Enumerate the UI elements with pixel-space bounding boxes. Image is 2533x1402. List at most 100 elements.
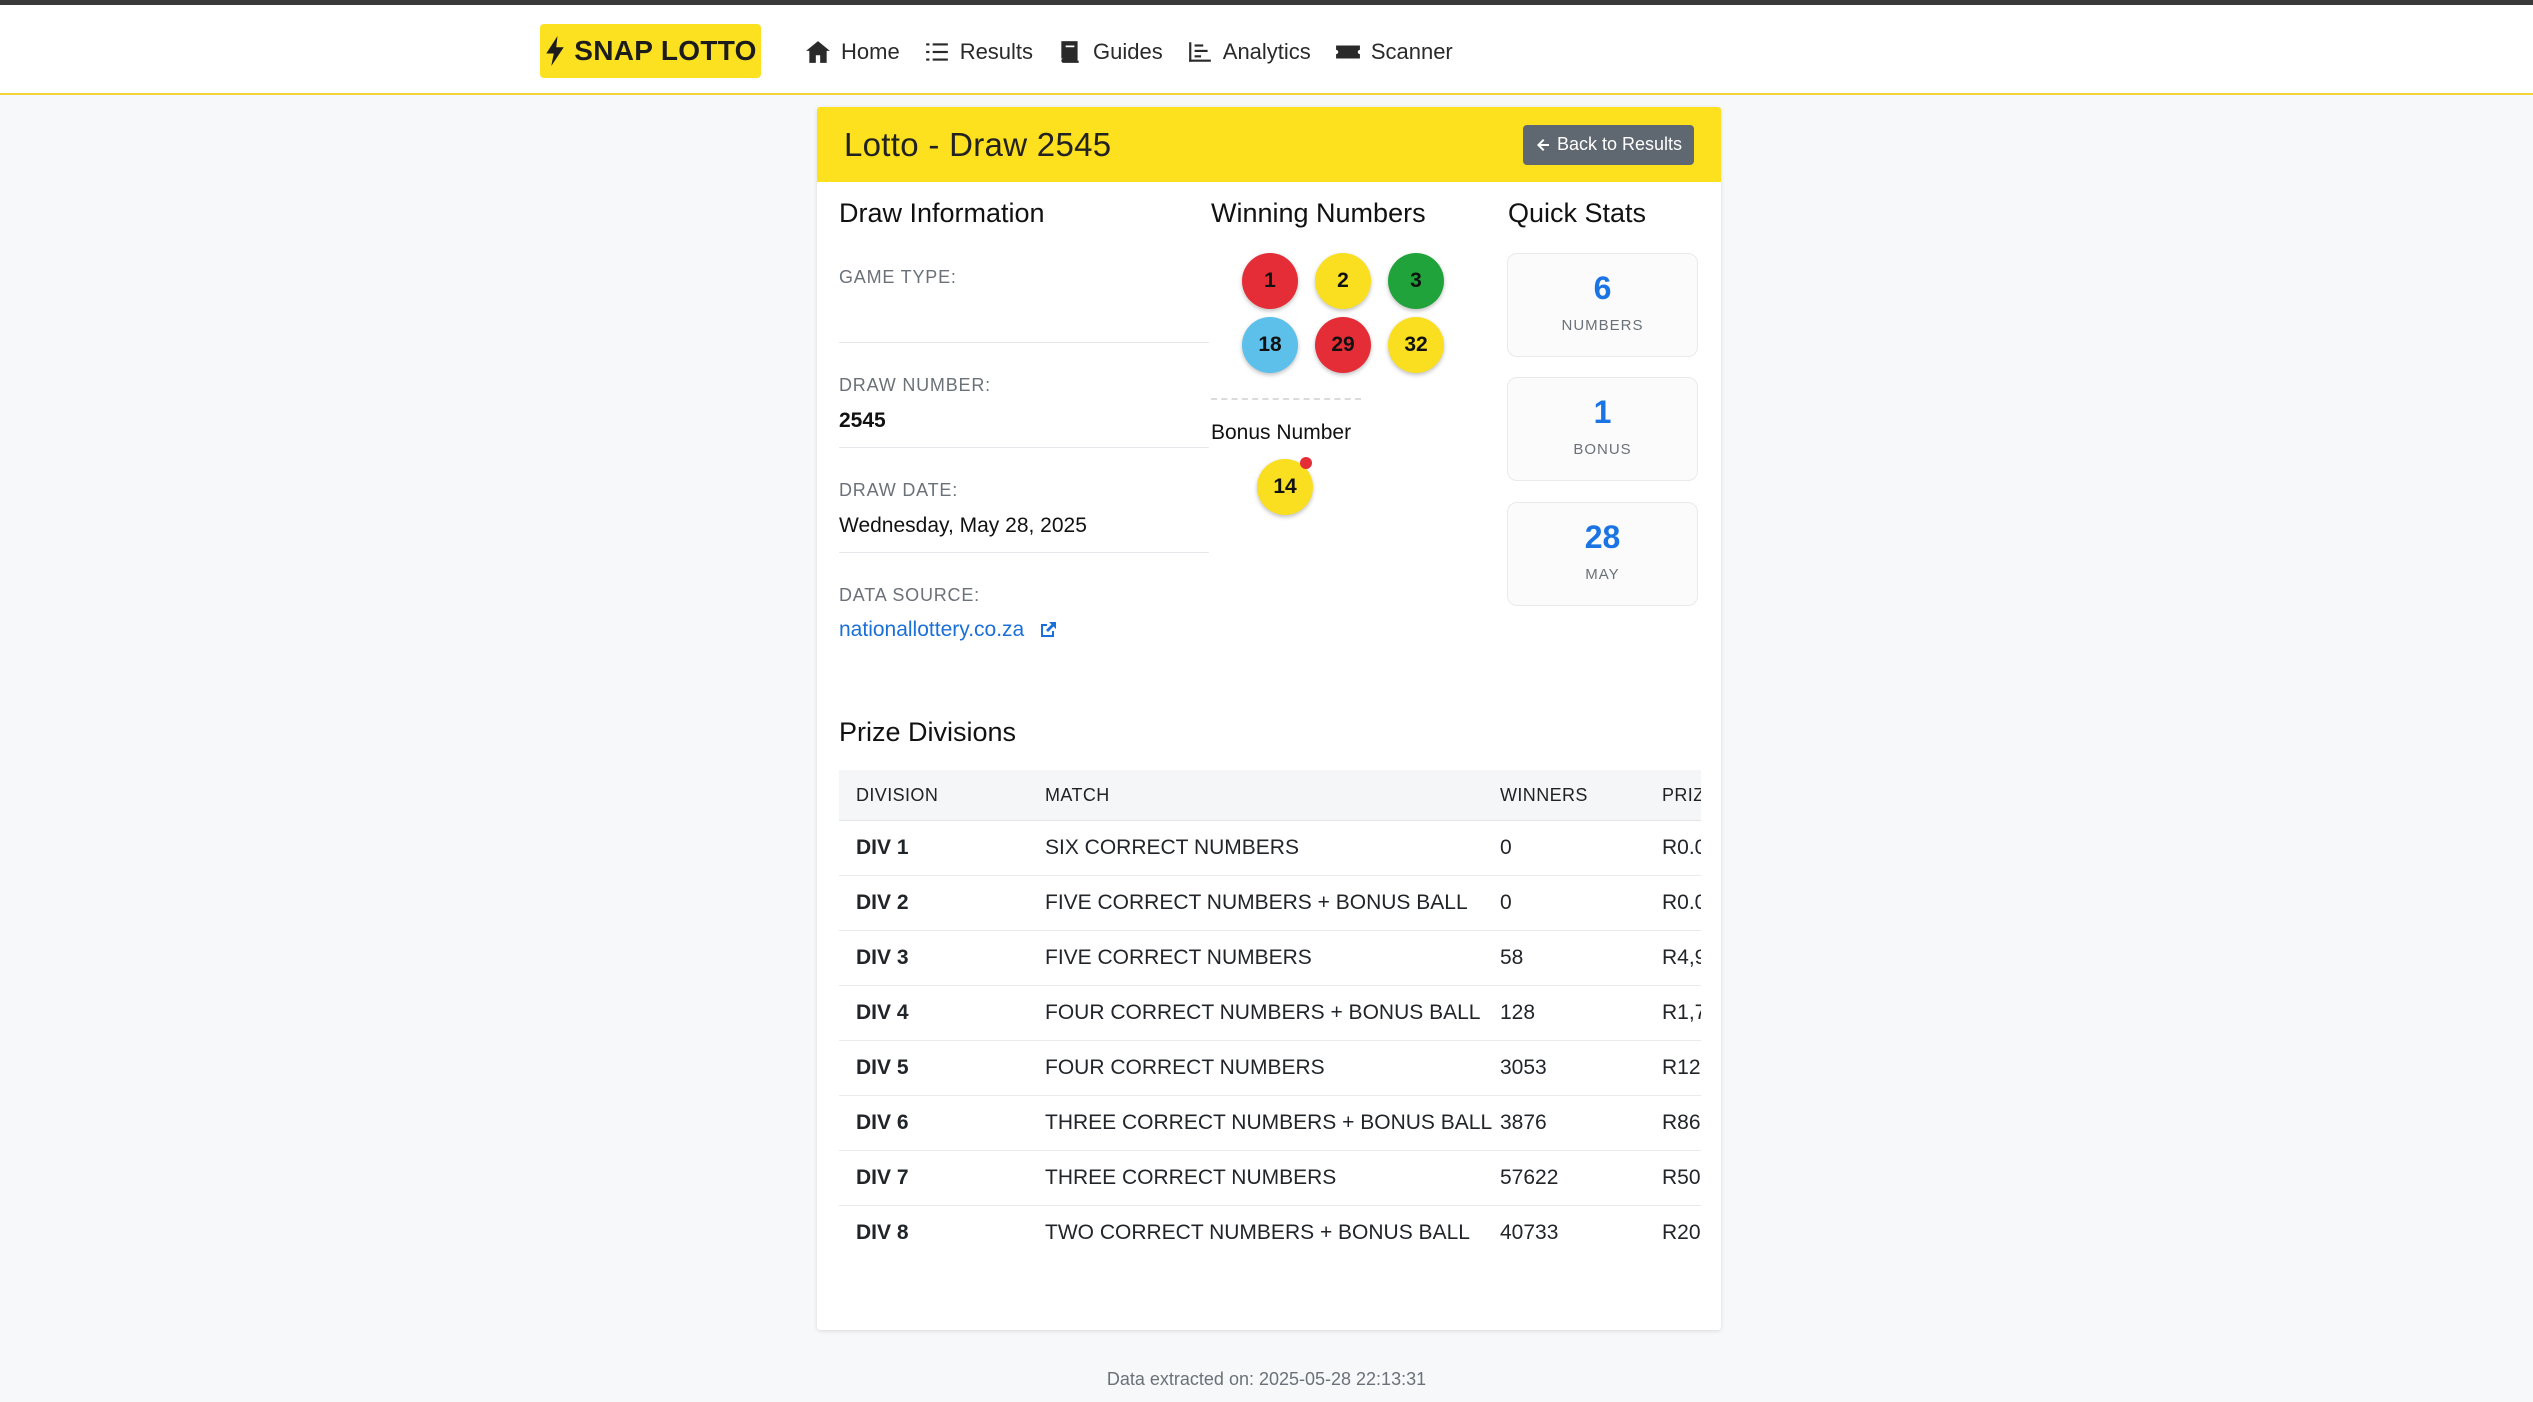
table-row: DIV 7 THREE CORRECT NUMBERS 57622 R50 (839, 1151, 1701, 1206)
table-row: DIV 2 FIVE CORRECT NUMBERS + BONUS BALL … (839, 876, 1701, 931)
column-header-division: DIVISION (856, 785, 939, 805)
table-row: DIV 6 THREE CORRECT NUMBERS + BONUS BALL… (839, 1096, 1701, 1151)
stat-card-numbers: 6 NUMBERS (1507, 253, 1698, 357)
winners-cell: 40733 (1500, 1221, 1559, 1244)
nav-item-label: Guides (1093, 39, 1163, 64)
division-cell: DIV 8 (856, 1221, 909, 1244)
winners-cell: 3876 (1500, 1111, 1547, 1134)
draw-card: Lotto - Draw 2545 Back to Results Draw I… (817, 107, 1721, 1330)
book-icon (1061, 41, 1079, 63)
brand-logo-button[interactable]: SNAP LOTTO (540, 24, 761, 78)
winning-ball: 32 (1388, 317, 1444, 373)
match-cell: FIVE CORRECT NUMBERS + BONUS BALL (1045, 891, 1468, 914)
match-cell: FIVE CORRECT NUMBERS (1045, 946, 1312, 969)
nav-menu: Home Results Guides Analytics Scanner (805, 32, 1453, 72)
prize-cell: R20 (1662, 1221, 1701, 1244)
stat-value: 1 (1593, 394, 1612, 430)
division-cell: DIV 1 (856, 836, 909, 859)
nav-item-label: Analytics (1222, 39, 1311, 64)
divider (839, 342, 1209, 343)
winning-ball: 3 (1388, 253, 1444, 309)
draw-date-value: Wednesday, May 28, 2025 (839, 514, 1087, 537)
external-link-icon (1041, 622, 1057, 637)
winners-cell: 0 (1500, 836, 1512, 859)
lightning-icon (546, 36, 565, 66)
ticket-icon (1335, 45, 1360, 59)
winning-numbers-heading: Winning Numbers (1211, 198, 1426, 228)
winners-cell: 128 (1500, 1001, 1536, 1024)
data-extracted-footer: Data extracted on: 2025-05-28 22:13:31 (1106, 1369, 1427, 1389)
divider (839, 447, 1209, 448)
division-cell: DIV 5 (856, 1056, 909, 1079)
prize-divisions-heading: Prize Divisions (839, 717, 1017, 747)
stat-caption: BONUS (1573, 441, 1632, 458)
draw-date-label: DRAW DATE: (839, 480, 958, 500)
column-header-winners: WINNERS (1500, 785, 1588, 805)
table-row: DIV 3 FIVE CORRECT NUMBERS 58 R4,9 (839, 931, 1701, 986)
stat-value: 6 (1593, 270, 1612, 306)
winning-ball: 1 (1242, 253, 1298, 309)
nav-item-label: Home (841, 39, 900, 64)
brand-label: SNAP LOTTO (574, 35, 757, 66)
back-to-results-button[interactable]: Back to Results (1523, 124, 1694, 165)
nav-item-label: Scanner (1370, 39, 1453, 64)
nav-item-guides[interactable]: Guides (1057, 32, 1163, 72)
prize-cell: R4,9 (1662, 946, 1701, 969)
nav-item-analytics[interactable]: Analytics (1187, 32, 1311, 72)
bonus-indicator-dot (1300, 457, 1312, 469)
quick-stats-heading: Quick Stats (1508, 198, 1647, 228)
match-cell: SIX CORRECT NUMBERS (1045, 836, 1299, 859)
winners-cell: 57622 (1500, 1166, 1559, 1189)
arrow-left-icon (1536, 138, 1549, 151)
stat-caption: NUMBERS (1561, 317, 1644, 334)
back-button-label: Back to Results (1556, 134, 1683, 154)
division-cell: DIV 6 (856, 1111, 909, 1134)
data-source-link[interactable]: nationallottery.co.za (839, 618, 1058, 642)
table-row: DIV 1 SIX CORRECT NUMBERS 0 R0.0 (839, 821, 1701, 876)
separator (1211, 398, 1361, 400)
stat-card-bonus: 1 BONUS (1507, 377, 1698, 481)
column-header-match: MATCH (1045, 785, 1110, 805)
game-type-label: GAME TYPE: (839, 267, 957, 287)
winning-ball: 18 (1242, 317, 1298, 373)
winning-ball: 29 (1315, 317, 1371, 373)
navbar: SNAP LOTTO Home Results Guides Analytics… (0, 5, 2533, 95)
divider (839, 552, 1209, 553)
winners-cell: 3053 (1500, 1056, 1547, 1079)
match-cell: TWO CORRECT NUMBERS + BONUS BALL (1045, 1221, 1470, 1244)
data-source-label: DATA SOURCE: (839, 585, 980, 605)
prize-table: DIVISION MATCH WINNERS PRIZ DIV 1 SIX CO… (839, 770, 1701, 1252)
table-row: DIV 5 FOUR CORRECT NUMBERS 3053 R12. (839, 1041, 1701, 1096)
nav-item-label: Results (959, 39, 1034, 64)
winners-cell: 58 (1500, 946, 1524, 969)
data-source-text: nationallottery.co.za (839, 618, 1025, 641)
prize-cell: R86 (1662, 1111, 1701, 1134)
nav-item-scanner[interactable]: Scanner (1335, 32, 1453, 72)
division-cell: DIV 3 (856, 946, 909, 969)
draw-info-heading: Draw Information (839, 198, 1045, 228)
card-header: Lotto - Draw 2545 Back to Results (817, 107, 1721, 182)
list-icon (925, 43, 948, 61)
match-cell: FOUR CORRECT NUMBERS + BONUS BALL (1045, 1001, 1481, 1024)
prize-cell: R1,7 (1662, 1001, 1701, 1024)
table-row: DIV 8 TWO CORRECT NUMBERS + BONUS BALL 4… (839, 1206, 1701, 1252)
stat-card-date: 28 MAY (1507, 502, 1698, 606)
chart-icon (1188, 42, 1211, 62)
nav-item-results[interactable]: Results (924, 32, 1033, 72)
home-icon (806, 41, 830, 63)
stat-caption: MAY (1585, 566, 1620, 583)
draw-number-label: DRAW NUMBER: (839, 375, 991, 395)
winning-ball: 2 (1315, 253, 1371, 309)
winners-cell: 0 (1500, 891, 1512, 914)
table-header: DIVISION MATCH WINNERS PRIZ (839, 770, 1701, 821)
prize-cell: R0.0 (1662, 836, 1701, 859)
nav-item-home[interactable]: Home (805, 32, 900, 72)
prize-cell: R12. (1662, 1056, 1701, 1079)
bonus-number-heading: Bonus Number (1211, 421, 1352, 444)
division-cell: DIV 4 (856, 1001, 909, 1024)
division-cell: DIV 2 (856, 891, 909, 914)
division-cell: DIV 7 (856, 1166, 909, 1189)
prize-cell: R0.0 (1662, 891, 1701, 914)
match-cell: FOUR CORRECT NUMBERS (1045, 1056, 1325, 1079)
prize-cell: R50 (1662, 1166, 1701, 1189)
